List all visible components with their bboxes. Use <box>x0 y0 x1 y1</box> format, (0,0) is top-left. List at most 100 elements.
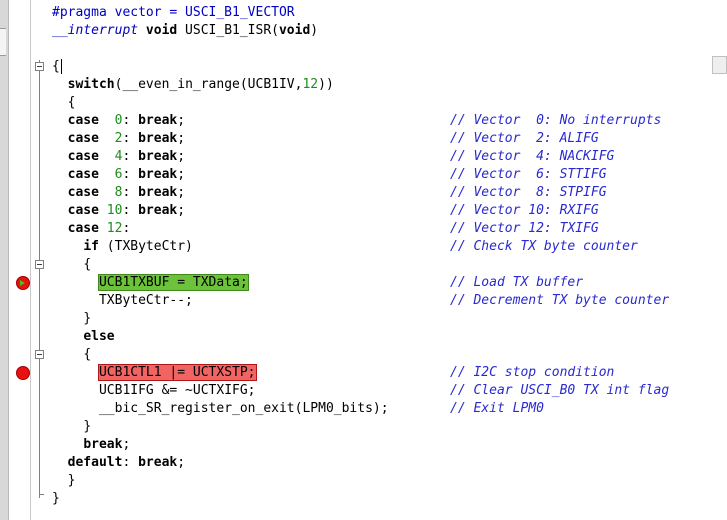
code-token: case <box>67 113 99 128</box>
margin-marker <box>0 28 6 56</box>
text-cursor <box>60 59 62 74</box>
code-token: UCB1IFG &= ~UCTXIFG; <box>98 383 256 398</box>
code-token: switch <box>67 77 115 92</box>
code-line[interactable]: case 10: break; // Vector 10: RXIFG <box>52 202 599 220</box>
breakpoint-gutter[interactable] <box>9 0 31 520</box>
code-token: (__even_in_range(UCB1IV, <box>114 77 303 92</box>
code-token: void <box>145 23 178 38</box>
code-token: case <box>67 221 99 236</box>
code-token: } <box>52 491 60 506</box>
code-line[interactable]: UCB1IFG &= ~UCTXIFG; // Clear USCI_B0 TX … <box>52 382 669 400</box>
code-token: { <box>83 257 92 272</box>
code-token: ; <box>177 113 186 128</box>
code-line[interactable]: } <box>52 472 76 490</box>
code-line[interactable]: { <box>52 256 91 274</box>
code-token: : <box>122 131 139 146</box>
code-token: : <box>122 149 139 164</box>
code-comment: // Check TX byte counter <box>450 239 638 254</box>
code-comment: // Vector 10: RXIFG <box>450 203 599 218</box>
code-line[interactable]: break; <box>52 436 130 454</box>
code-token: { <box>52 59 60 74</box>
code-line[interactable]: case 8: break;// Vector 8: STPIFG <box>52 184 607 202</box>
code-line[interactable]: __bic_SR_register_on_exit(LPM0_bits); // … <box>52 400 544 418</box>
code-line[interactable]: UCB1TXBUF = TXData; // Load TX buffer <box>52 274 583 292</box>
code-comment: // Clear USCI_B0 TX int flag <box>450 383 670 398</box>
fold-end-marker <box>39 494 44 495</box>
code-token: 12 <box>302 77 319 92</box>
code-line[interactable]: } <box>52 418 91 436</box>
code-token: __interrupt <box>52 23 139 38</box>
code-token: : <box>122 455 139 470</box>
code-line[interactable]: #pragma vector = USCI_B1_VECTOR <box>52 4 295 22</box>
breakpoint-icon[interactable] <box>16 366 30 380</box>
code-line[interactable]: } <box>52 490 60 508</box>
code-token: } <box>67 473 76 488</box>
code-line[interactable]: case 12: // Vector 12: TXIFG <box>52 220 599 238</box>
code-line[interactable]: else <box>52 328 115 346</box>
code-token: ; <box>177 455 186 470</box>
code-token: break <box>138 203 178 218</box>
fold-collapse-icon[interactable] <box>35 62 44 71</box>
code-token: __bic_SR_register_on_exit(LPM0_bits); <box>98 401 389 416</box>
code-comment: // Vector 12: TXIFG <box>450 221 599 236</box>
code-token: ; <box>177 131 186 146</box>
code-token: case <box>67 149 99 164</box>
code-comment: // Decrement TX byte counter <box>450 293 670 308</box>
code-comment: // Vector 0: No interrupts <box>450 113 662 128</box>
code-line[interactable]: case 0: break;// Vector 0: No interrupts <box>52 112 662 130</box>
code-token: ; <box>122 437 131 452</box>
code-comment: // Vector 4: NACKIFG <box>450 149 615 164</box>
code-line[interactable]: } <box>52 310 91 328</box>
code-line[interactable]: if (TXByteCtr) // Check TX byte counter <box>52 238 638 256</box>
code-token: break <box>83 437 123 452</box>
code-token: : <box>122 113 139 128</box>
code-token: break <box>138 131 178 146</box>
code-token: case <box>67 167 99 182</box>
code-token: break <box>138 167 178 182</box>
code-token: break <box>138 185 178 200</box>
code-line[interactable]: __interrupt void USCI_B1_ISR(void) <box>52 22 318 40</box>
code-token: USCI_B1_ISR( <box>177 23 279 38</box>
code-token: case <box>67 185 99 200</box>
code-token: 12 <box>106 221 123 236</box>
code-token: { <box>83 347 92 362</box>
code-comment: // I2C stop condition <box>450 365 615 380</box>
code-line[interactable]: case 6: break;// Vector 6: STTIFG <box>52 166 607 184</box>
code-token: ; <box>177 185 186 200</box>
fold-guide-line <box>39 68 40 498</box>
left-margin-strip <box>0 0 9 520</box>
code-token: #pragma vector = USCI_B1_VECTOR <box>52 5 295 20</box>
code-token: void <box>278 23 311 38</box>
code-comment: // Exit LPM0 <box>450 401 544 416</box>
code-comment: // Vector 2: ALIFG <box>450 131 599 146</box>
fold-collapse-icon[interactable] <box>35 260 44 269</box>
code-token: if <box>83 239 99 254</box>
code-line[interactable]: { <box>52 346 91 364</box>
code-line[interactable]: UCB1CTL1 |= UCTXSTP; // I2C stop conditio… <box>52 364 614 382</box>
code-token: else <box>83 329 115 344</box>
code-token: ; <box>177 149 186 164</box>
code-token: : <box>122 221 131 236</box>
code-line[interactable]: case 4: break;// Vector 4: NACKIFG <box>52 148 615 166</box>
current-statement-breakpoint-icon[interactable] <box>16 276 30 290</box>
code-line[interactable]: default: break; <box>52 454 185 472</box>
code-line[interactable]: case 2: break;// Vector 2: ALIFG <box>52 130 599 148</box>
code-token: : <box>122 185 139 200</box>
code-token: break <box>138 149 178 164</box>
scrollbar-edge[interactable] <box>712 56 727 74</box>
code-line[interactable]: switch(__even_in_range(UCB1IV,12)) <box>52 76 334 94</box>
fold-collapse-icon[interactable] <box>35 350 44 359</box>
code-token: ; <box>177 167 186 182</box>
code-token: { <box>67 95 76 110</box>
code-token: } <box>83 419 92 434</box>
code-token: ) <box>310 23 319 38</box>
code-line[interactable]: TXByteCtr--; // Decrement TX byte counter <box>52 292 669 310</box>
code-line[interactable]: { <box>52 58 62 76</box>
highlighted-statement-red: UCB1CTL1 |= UCTXSTP; <box>97 364 257 381</box>
code-line[interactable]: { <box>52 94 76 112</box>
